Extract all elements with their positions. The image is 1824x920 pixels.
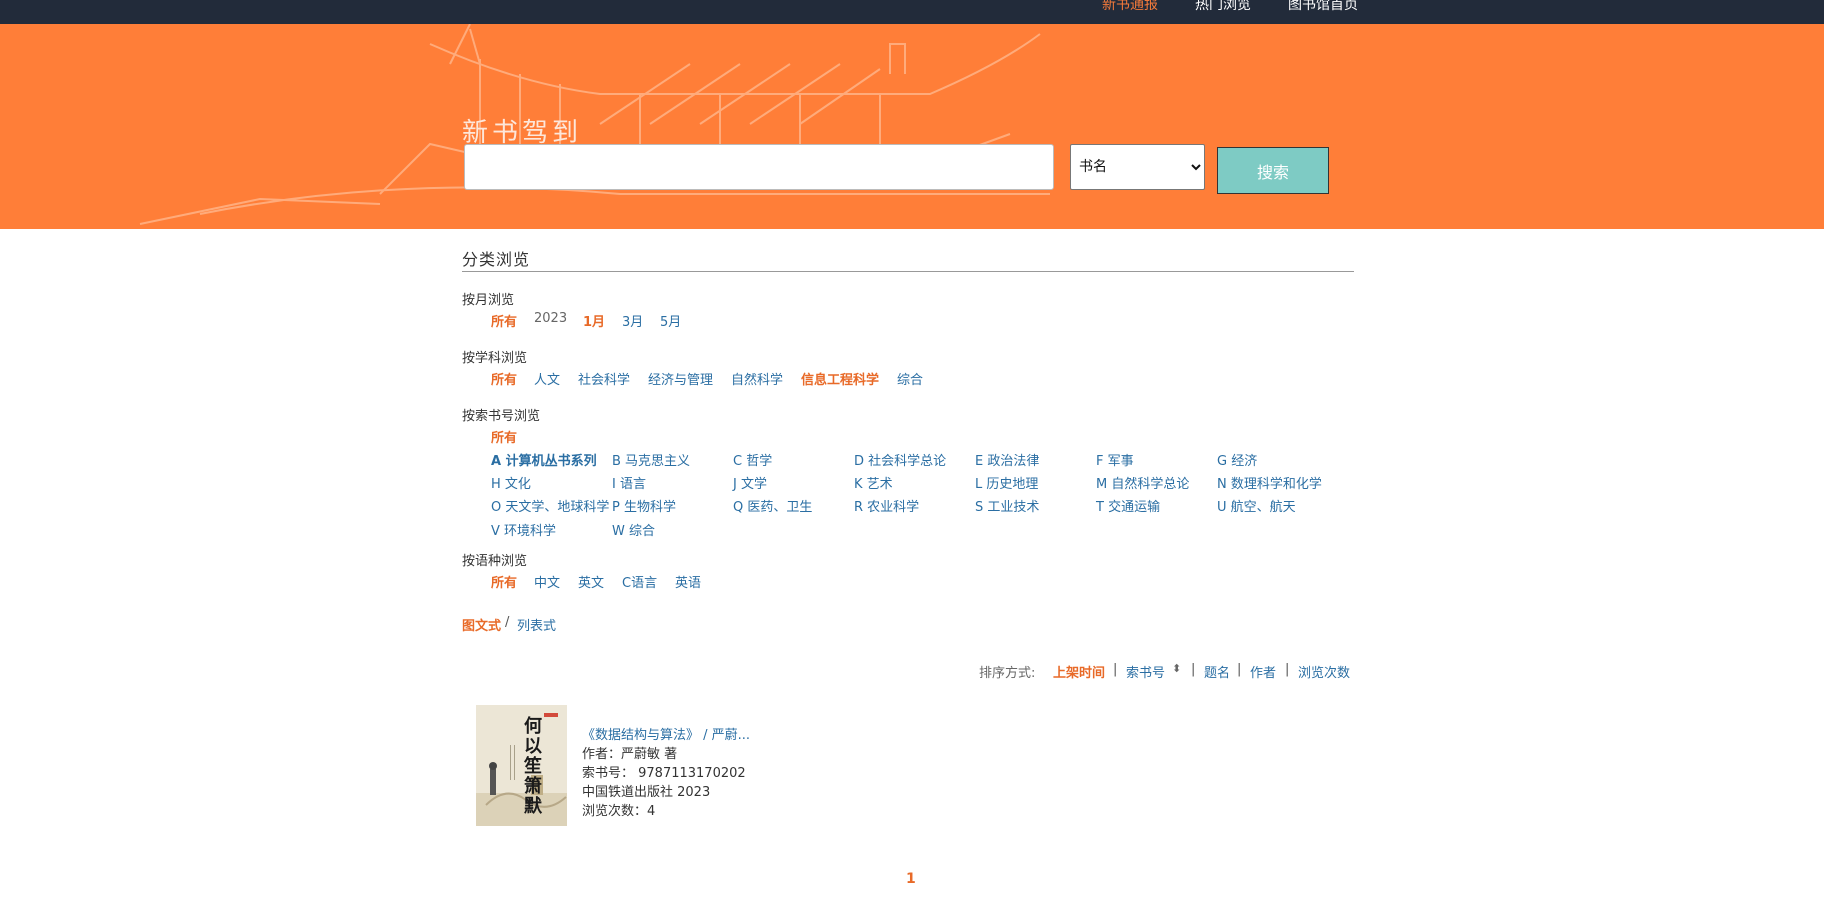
month-filter-may[interactable]: 5月 (660, 311, 681, 330)
book-author: 作者：严蔚敏 著 (582, 747, 678, 762)
month-year-label: 2023 (534, 311, 568, 326)
sort-by-callno[interactable]: 索书号 (1126, 662, 1165, 681)
subject-filter-social-science[interactable]: 社会科学 (578, 369, 630, 388)
subject-filter-general[interactable]: 综合 (897, 369, 923, 388)
language-filter-chinese[interactable]: 中文 (534, 572, 560, 591)
callno-category-link[interactable]: W 综合 (612, 520, 655, 539)
callno-category-link[interactable]: L 历史地理 (975, 473, 1038, 492)
callno-category-link[interactable]: K 艺术 (854, 473, 893, 492)
callno-category-link[interactable]: H 文化 (491, 473, 531, 492)
book-title-link[interactable]: 《数据结构与算法》 / 严蔚... (582, 728, 750, 743)
callno-category-link[interactable]: E 政治法律 (975, 450, 1039, 469)
book-cover-title: 何以笙箫默 (524, 716, 542, 817)
search-banner: 新书驾到 书名 搜索 (0, 24, 1824, 229)
sort-arrows-icon: ⬍ (1172, 662, 1182, 675)
category-browse-title: 分类浏览 (462, 250, 531, 269)
nav-popular[interactable]: 热门浏览 (1195, 0, 1251, 14)
callno-filter-all[interactable]: 所有 (491, 427, 517, 446)
callno-category-link[interactable]: T 交通运输 (1096, 496, 1160, 515)
callno-category-link[interactable]: C 哲学 (733, 450, 772, 469)
subject-filter-humanities[interactable]: 人文 (534, 369, 560, 388)
language-filter-english-2[interactable]: 英语 (675, 572, 701, 591)
sort-by-title[interactable]: 题名 (1204, 662, 1230, 681)
language-filter-all[interactable]: 所有 (491, 572, 517, 591)
callno-category-link[interactable]: G 经济 (1217, 450, 1257, 469)
callno-category-link[interactable]: U 航空、航天 (1217, 496, 1296, 515)
language-browse-label: 按语种浏览 (462, 554, 528, 569)
sort-divider: | (1191, 662, 1196, 677)
callno-category-link[interactable]: N 数理科学和化学 (1217, 473, 1322, 492)
subject-filter-natural-science[interactable]: 自然科学 (731, 369, 783, 388)
callno-category-link[interactable]: P 生物科学 (612, 496, 676, 515)
sort-divider: | (1113, 662, 1118, 677)
language-filter-c[interactable]: C语言 (622, 572, 657, 591)
callno-browse-label: 按索书号浏览 (462, 409, 541, 424)
nav-new-books[interactable]: 新书通报 (1102, 0, 1158, 14)
subject-filter-economics[interactable]: 经济与管理 (648, 369, 713, 388)
list-view-link[interactable]: 列表式 (517, 615, 556, 634)
callno-category-link[interactable]: R 农业科学 (854, 496, 919, 515)
search-input[interactable] (464, 144, 1054, 190)
search-field-select[interactable]: 书名 (1070, 144, 1205, 190)
callno-category-link[interactable]: V 环境科学 (491, 520, 556, 539)
callno-category-link[interactable]: Q 医药、卫生 (733, 496, 812, 515)
subject-filter-all[interactable]: 所有 (491, 369, 517, 388)
month-filter-all[interactable]: 所有 (491, 311, 517, 330)
callno-category-link[interactable]: I 语言 (612, 473, 646, 492)
month-filter-jan[interactable]: 1月 (583, 311, 605, 330)
book-views: 浏览次数：4 (582, 804, 656, 819)
language-filter-english[interactable]: 英文 (578, 572, 604, 591)
callno-category-link[interactable]: A 计算机丛书系列 (491, 450, 597, 469)
callno-category-link[interactable]: D 社会科学总论 (854, 450, 946, 469)
nav-library-home[interactable]: 图书馆首页 (1288, 0, 1358, 14)
sort-divider: | (1285, 662, 1290, 677)
month-filter-mar[interactable]: 3月 (622, 311, 643, 330)
subject-filter-info-engineering[interactable]: 信息工程科学 (801, 369, 879, 388)
pagination-page-1[interactable]: 1 (906, 871, 916, 887)
top-nav-bar: 新书通报 热门浏览 图书馆首页 (0, 0, 1824, 24)
callno-category-link[interactable]: O 天文学、地球科学 (491, 496, 609, 515)
subject-browse-label: 按学科浏览 (462, 351, 528, 366)
book-info-title: 《数据结构与算法》 / 严蔚... (582, 724, 750, 743)
section-divider (462, 271, 1354, 272)
sort-divider: | (1237, 662, 1242, 677)
callno-category-link[interactable]: S 工业技术 (975, 496, 1039, 515)
book-cover-image[interactable]: 何以笙箫默 (476, 705, 567, 826)
sort-by-author[interactable]: 作者 (1250, 662, 1276, 681)
callno-category-link[interactable]: B 马克思主义 (612, 450, 690, 469)
book-publisher: 中国铁道出版社 2023 (582, 785, 711, 800)
grid-view-link[interactable]: 图文式 (462, 615, 501, 634)
callno-category-link[interactable]: M 自然科学总论 (1096, 473, 1189, 492)
book-callno: 索书号： 9787113170202 (582, 766, 746, 781)
sort-by-shelf-time[interactable]: 上架时间 (1053, 662, 1105, 681)
sort-by-views[interactable]: 浏览次数 (1298, 662, 1350, 681)
month-browse-label: 按月浏览 (462, 293, 515, 308)
banner-building-illustration (139, 24, 1050, 225)
sort-label: 排序方式: (979, 666, 1036, 681)
callno-category-link[interactable]: J 文学 (733, 473, 767, 492)
callno-category-link[interactable]: F 军事 (1096, 450, 1134, 469)
search-button[interactable]: 搜索 (1217, 147, 1329, 194)
book-cover-art (476, 705, 567, 826)
view-separator: / (505, 615, 510, 630)
